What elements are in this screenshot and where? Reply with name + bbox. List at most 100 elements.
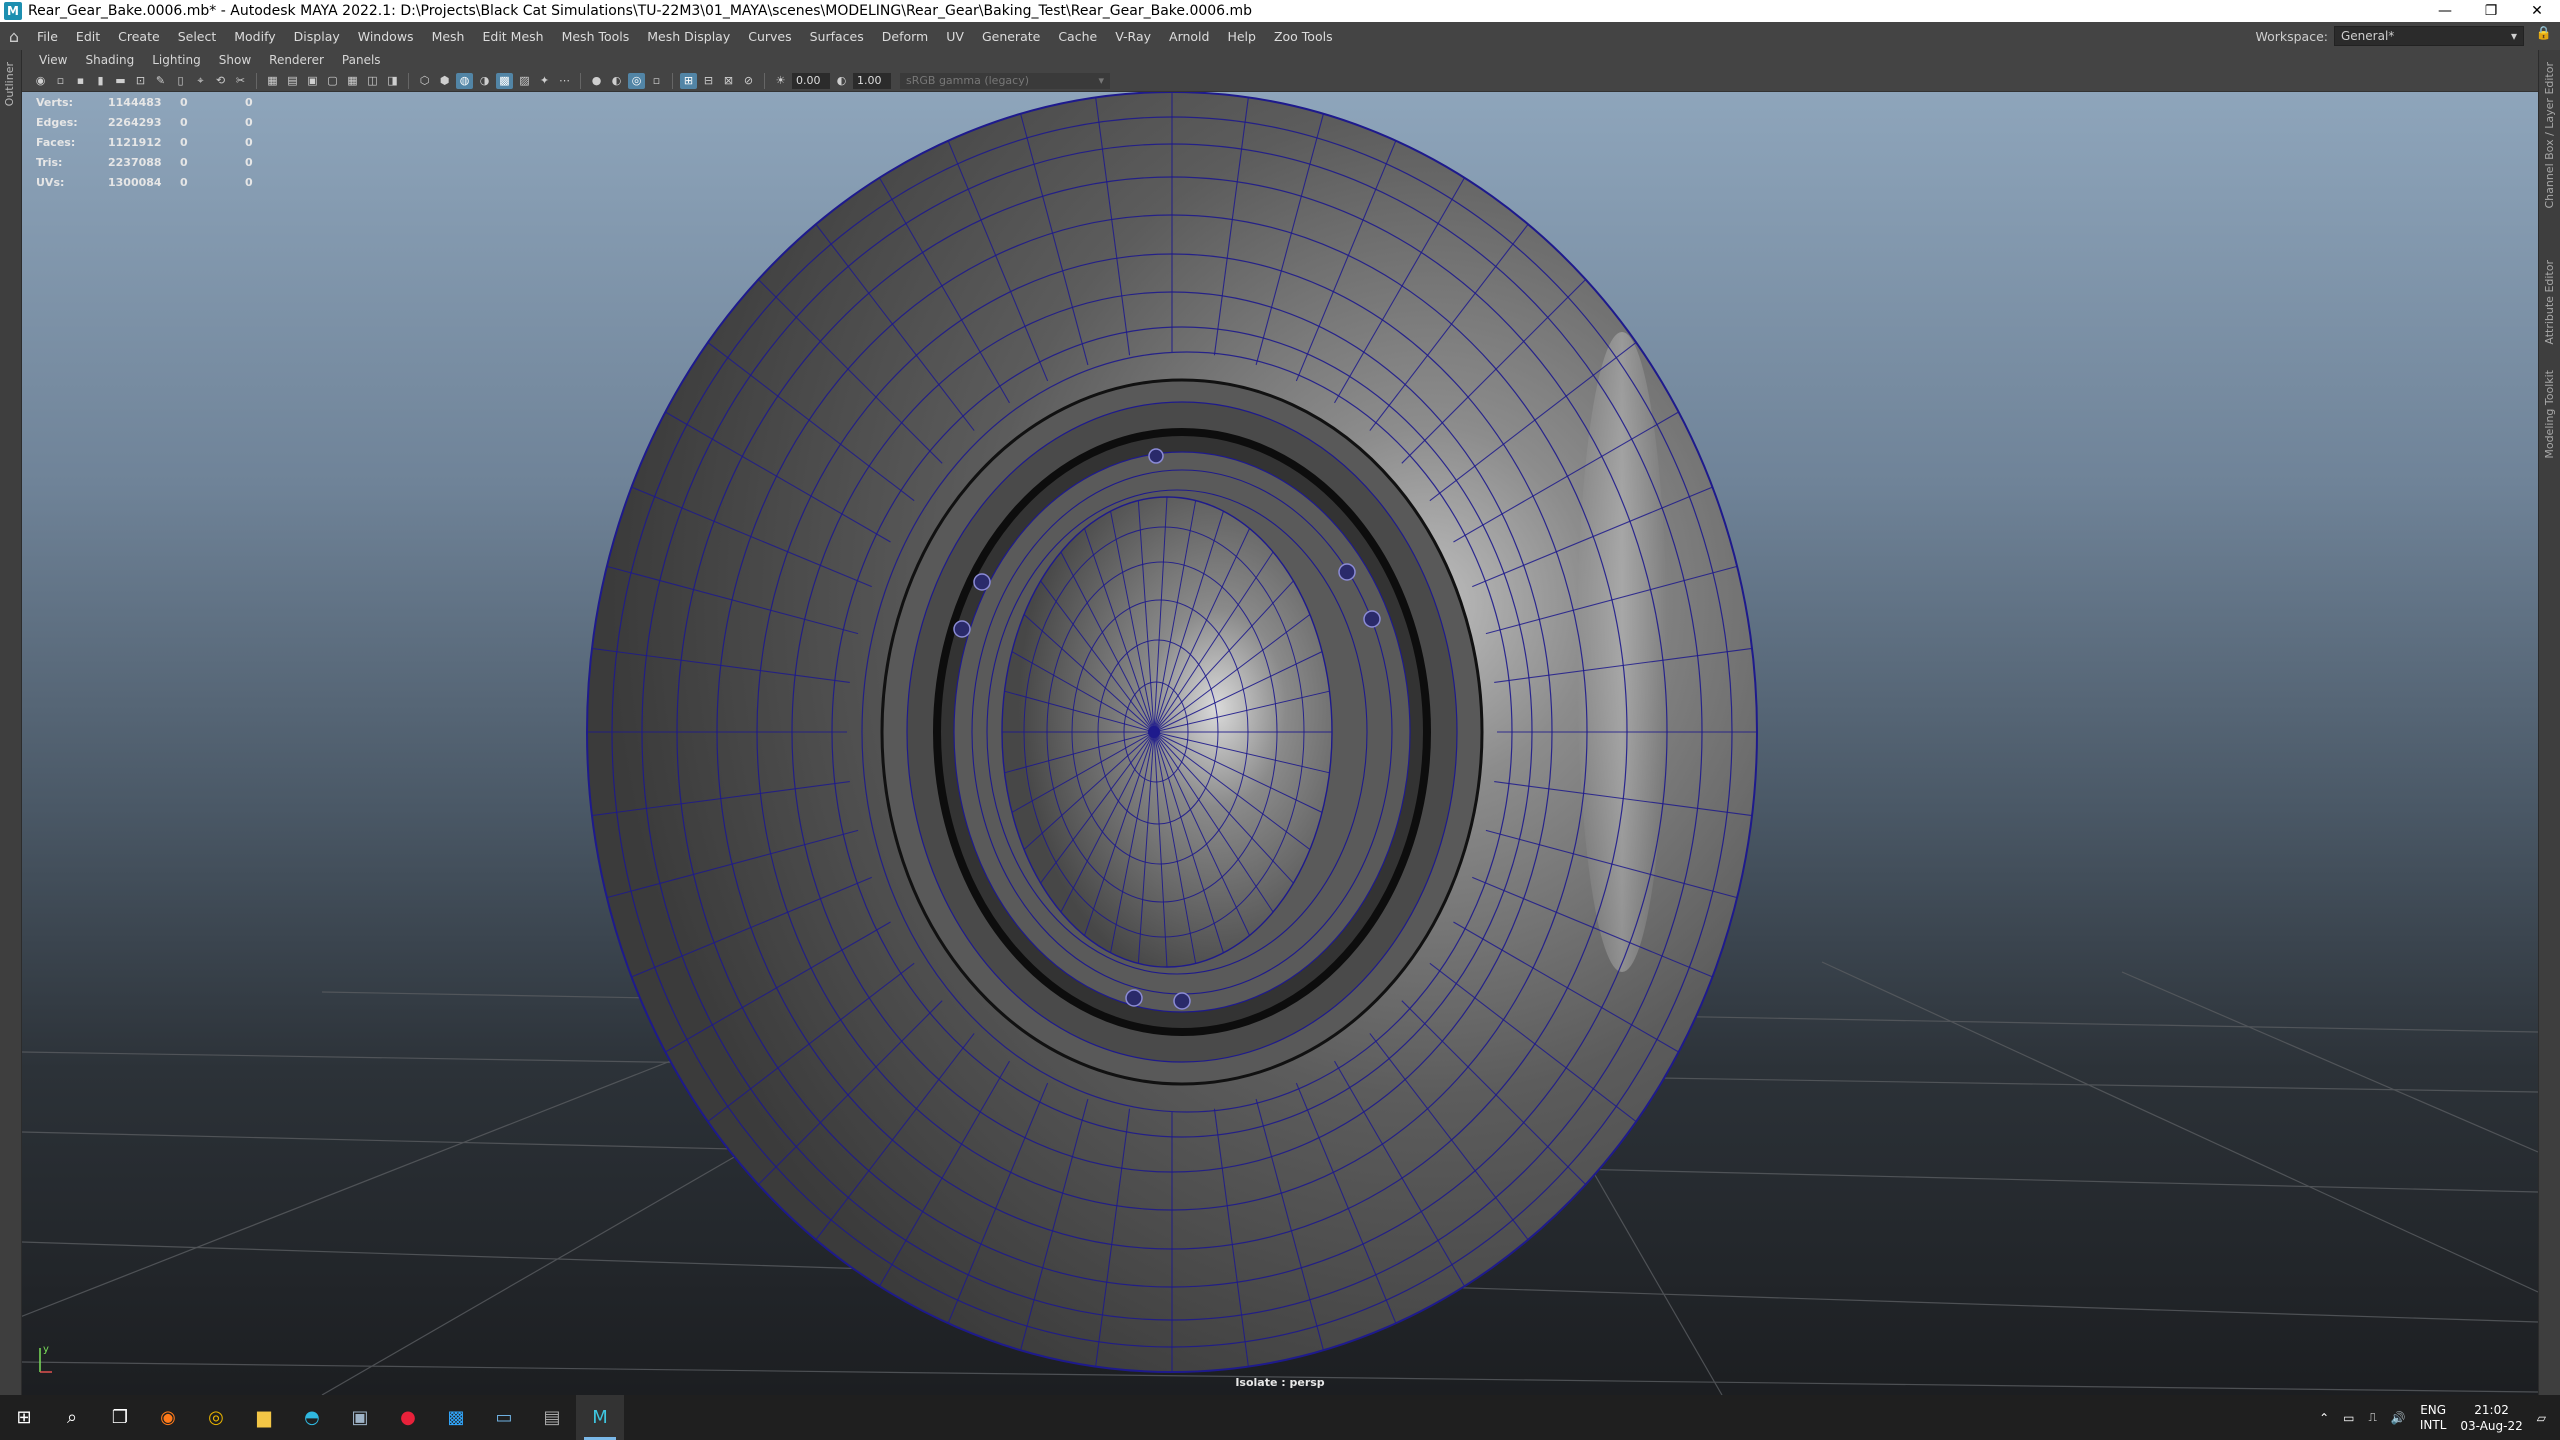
menu-select[interactable]: Select: [169, 29, 226, 44]
menu-mesh[interactable]: Mesh: [423, 29, 474, 44]
panel-menu-renderer[interactable]: Renderer: [260, 53, 333, 67]
opera-icon[interactable]: ●: [384, 1395, 432, 1440]
ambient-occlusion-icon[interactable]: ⋯: [556, 73, 573, 89]
gamma-field[interactable]: 1.00: [853, 72, 891, 89]
anti-aliasing-icon[interactable]: ◐: [608, 73, 625, 89]
field-chart-icon[interactable]: ▤: [284, 73, 301, 89]
tray-overflow-icon[interactable]: ⌃: [2319, 1411, 2329, 1425]
menu-zoo-tools[interactable]: Zoo Tools: [1265, 29, 1342, 44]
menu-arnold[interactable]: Arnold: [1160, 29, 1218, 44]
home-icon[interactable]: ⌂: [0, 22, 28, 50]
camera-lock-icon[interactable]: ▫: [52, 73, 69, 89]
camera-select-icon[interactable]: ◉: [32, 73, 49, 89]
depth-of-field-icon[interactable]: ◎: [628, 72, 645, 89]
wireframe-on-shaded-icon[interactable]: ◍: [456, 72, 473, 89]
gate-mask-icon[interactable]: ✂: [232, 73, 249, 89]
panel-toolbar: ◉ ▫ ▪ ▮ ▬ ⊡ ✎ ▯ ⌖ ⟲ ✂ ▦ ▤ ▣ ▢ ▦ ◫ ◨ ⬡ ⬢ …: [22, 70, 2538, 92]
menu-surfaces[interactable]: Surfaces: [801, 29, 873, 44]
grease-pencil-icon[interactable]: ✎: [152, 73, 169, 89]
resolution-gate-icon[interactable]: ⟲: [212, 73, 229, 89]
menu-edit-mesh[interactable]: Edit Mesh: [473, 29, 552, 44]
maya-icon[interactable]: M: [576, 1395, 624, 1440]
camera-attributes-icon[interactable]: ▪: [72, 73, 89, 89]
exposure-field[interactable]: 0.00: [792, 72, 830, 89]
explorer-window-icon[interactable]: ▭: [480, 1395, 528, 1440]
xray-joints-icon[interactable]: ⊟: [700, 73, 717, 89]
close-button[interactable]: ✕: [2514, 0, 2560, 22]
menu-help[interactable]: Help: [1218, 29, 1265, 44]
search-icon[interactable]: ⌕: [48, 1395, 96, 1440]
workspace-dropdown[interactable]: General* ▾: [2334, 26, 2524, 46]
windows-start-icon[interactable]: ⊞: [0, 1395, 48, 1440]
attribute-editor-tab[interactable]: Attribute Editor: [2543, 260, 2556, 345]
grid-toggle-icon[interactable]: ▯: [172, 73, 189, 89]
backface-culling-icon[interactable]: ⊘: [740, 73, 757, 89]
bookmark-icon[interactable]: ▮: [92, 73, 109, 89]
menu-generate[interactable]: Generate: [973, 29, 1049, 44]
clock-time: 21:02: [2474, 1402, 2509, 1417]
network-icon[interactable]: ⎍: [2369, 1410, 2377, 1425]
smooth-shade-icon[interactable]: ◫: [364, 73, 381, 89]
safe-action-icon[interactable]: ▣: [304, 73, 321, 89]
exposure-icon[interactable]: ☀: [772, 73, 789, 89]
minimize-button[interactable]: —: [2422, 0, 2468, 22]
lock-icon[interactable]: 🔒: [2536, 26, 2552, 41]
menu-create[interactable]: Create: [109, 29, 169, 44]
edge-icon[interactable]: ◓: [288, 1395, 336, 1440]
panel-menu-shading[interactable]: Shading: [76, 53, 143, 67]
wireframe-mode-icon[interactable]: ⬡: [416, 73, 433, 89]
image-plane-icon[interactable]: ▬: [112, 73, 129, 89]
channel-box-tab[interactable]: Channel Box / Layer Editor: [2543, 62, 2556, 209]
2d-pan-zoom-icon[interactable]: ⊡: [132, 73, 149, 89]
menu-file[interactable]: File: [28, 29, 67, 44]
panel-menu-panels[interactable]: Panels: [333, 53, 390, 67]
smooth-shaded-icon[interactable]: ⬢: [436, 73, 453, 89]
notifications-icon[interactable]: ▱: [2537, 1411, 2546, 1425]
default-material-icon[interactable]: ◨: [384, 73, 401, 89]
menu-deform[interactable]: Deform: [873, 29, 937, 44]
use-all-lights-icon[interactable]: ▩: [496, 72, 513, 89]
xray-components-icon[interactable]: ⊠: [720, 73, 737, 89]
isolate-select-icon[interactable]: ▫: [648, 73, 665, 89]
menu-windows[interactable]: Windows: [349, 29, 423, 44]
panel-menu-show[interactable]: Show: [210, 53, 260, 67]
panel-menu-lighting[interactable]: Lighting: [143, 53, 210, 67]
perspective-viewport[interactable]: Verts: 1144483 0 0 Edges: 2264293 0 0 Fa…: [22, 92, 2538, 1395]
chrome-icon[interactable]: ◎: [192, 1395, 240, 1440]
main-menu-bar: ⌂ File Edit Create Select Modify Display…: [0, 22, 2560, 50]
language-indicator[interactable]: ENG INTL: [2420, 1403, 2447, 1433]
app-icon[interactable]: ▣: [336, 1395, 384, 1440]
firefox-icon[interactable]: ◉: [144, 1395, 192, 1440]
photoshop-icon[interactable]: ▩: [432, 1395, 480, 1440]
menu-display[interactable]: Display: [285, 29, 349, 44]
menu-edit[interactable]: Edit: [67, 29, 109, 44]
color-space-dropdown[interactable]: sRGB gamma (legacy) ▾: [900, 72, 1110, 89]
grid-icon[interactable]: ▦: [264, 73, 281, 89]
volume-icon[interactable]: 🔊: [2391, 1411, 2406, 1425]
file-explorer-icon[interactable]: ▆: [240, 1395, 288, 1440]
menu-mesh-tools[interactable]: Mesh Tools: [553, 29, 639, 44]
menu-uv[interactable]: UV: [937, 29, 973, 44]
film-gate-icon[interactable]: ⌖: [192, 73, 209, 89]
panel-menu-view[interactable]: View: [30, 53, 76, 67]
safe-title-icon[interactable]: ▢: [324, 73, 341, 89]
menu-modify[interactable]: Modify: [225, 29, 284, 44]
restore-button[interactable]: ❐: [2468, 0, 2514, 22]
xray-icon[interactable]: ⊞: [680, 72, 697, 89]
textured-icon[interactable]: ◑: [476, 73, 493, 89]
lights-icon[interactable]: ✦: [536, 73, 553, 89]
outliner-tab[interactable]: Outliner: [3, 62, 16, 106]
motion-blur-icon[interactable]: ●: [588, 73, 605, 89]
menu-vray[interactable]: V-Ray: [1106, 29, 1160, 44]
menu-curves[interactable]: Curves: [739, 29, 800, 44]
task-view-icon[interactable]: ❐: [96, 1395, 144, 1440]
modeling-toolkit-tab[interactable]: Modeling Toolkit: [2543, 370, 2556, 459]
clock[interactable]: 21:02 03-Aug-22: [2460, 1402, 2522, 1434]
menu-mesh-display[interactable]: Mesh Display: [638, 29, 739, 44]
tray-device-icon[interactable]: ▭: [2343, 1411, 2354, 1425]
wireframe-icon[interactable]: ▦: [344, 73, 361, 89]
calculator-icon[interactable]: ▤: [528, 1395, 576, 1440]
shadows-icon[interactable]: ▨: [516, 73, 533, 89]
menu-cache[interactable]: Cache: [1049, 29, 1106, 44]
gamma-icon[interactable]: ◐: [833, 73, 850, 89]
